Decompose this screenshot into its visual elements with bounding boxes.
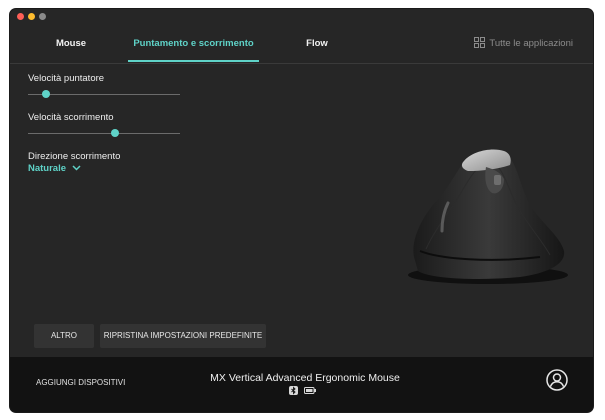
pointer-speed-slider-thumb[interactable]	[42, 90, 51, 98]
title-bar	[10, 9, 593, 25]
minimize-window-button[interactable]	[28, 13, 35, 20]
all-apps-button[interactable]: Tutte le applicazioni	[474, 25, 573, 63]
footer-bar: AGGIUNGI DISPOSITIVI MX Vertical Advance…	[10, 357, 593, 412]
reset-defaults-button[interactable]: RIPRISTINA IMPOSTAZIONI PREDEFINITE	[100, 324, 266, 348]
scroll-direction-dropdown[interactable]: Naturale	[28, 163, 81, 174]
scroll-speed-slider-thumb[interactable]	[110, 129, 119, 137]
zoom-window-button[interactable]	[39, 13, 46, 20]
device-name: MX Vertical Advanced Ergonomic Mouse	[210, 372, 400, 384]
app-window: Mouse Puntamento e scorrimento Flow Tutt…	[10, 9, 593, 412]
active-tab-indicator	[128, 60, 259, 62]
tab-bar: Mouse Puntamento e scorrimento Flow Tutt…	[10, 25, 593, 64]
scroll-direction-label: Direzione scorrimento	[28, 151, 121, 162]
all-apps-label: Tutte le applicazioni	[489, 38, 573, 49]
close-window-button[interactable]	[17, 13, 24, 20]
tab-flow[interactable]: Flow	[290, 25, 344, 63]
user-profile-icon[interactable]	[546, 369, 568, 391]
battery-icon	[304, 387, 316, 394]
grid-apps-icon	[474, 36, 486, 48]
tab-mouse[interactable]: Mouse	[40, 25, 102, 63]
bluetooth-icon	[289, 386, 298, 395]
device-status	[289, 386, 329, 396]
chevron-down-icon	[72, 165, 81, 172]
mouse-device-image	[408, 149, 568, 284]
scroll-speed-label: Velocità scorrimento	[28, 112, 114, 123]
pointer-speed-label: Velocità puntatore	[28, 73, 105, 84]
scroll-direction-value: Naturale	[28, 163, 67, 174]
more-button[interactable]: ALTRO	[34, 324, 94, 348]
pointer-speed-slider-track[interactable]	[28, 94, 180, 95]
tab-pointer-scroll[interactable]: Puntamento e scorrimento	[128, 25, 259, 63]
scroll-speed-slider-track[interactable]	[28, 133, 180, 134]
add-devices-button[interactable]: AGGIUNGI DISPOSITIVI	[36, 378, 125, 387]
